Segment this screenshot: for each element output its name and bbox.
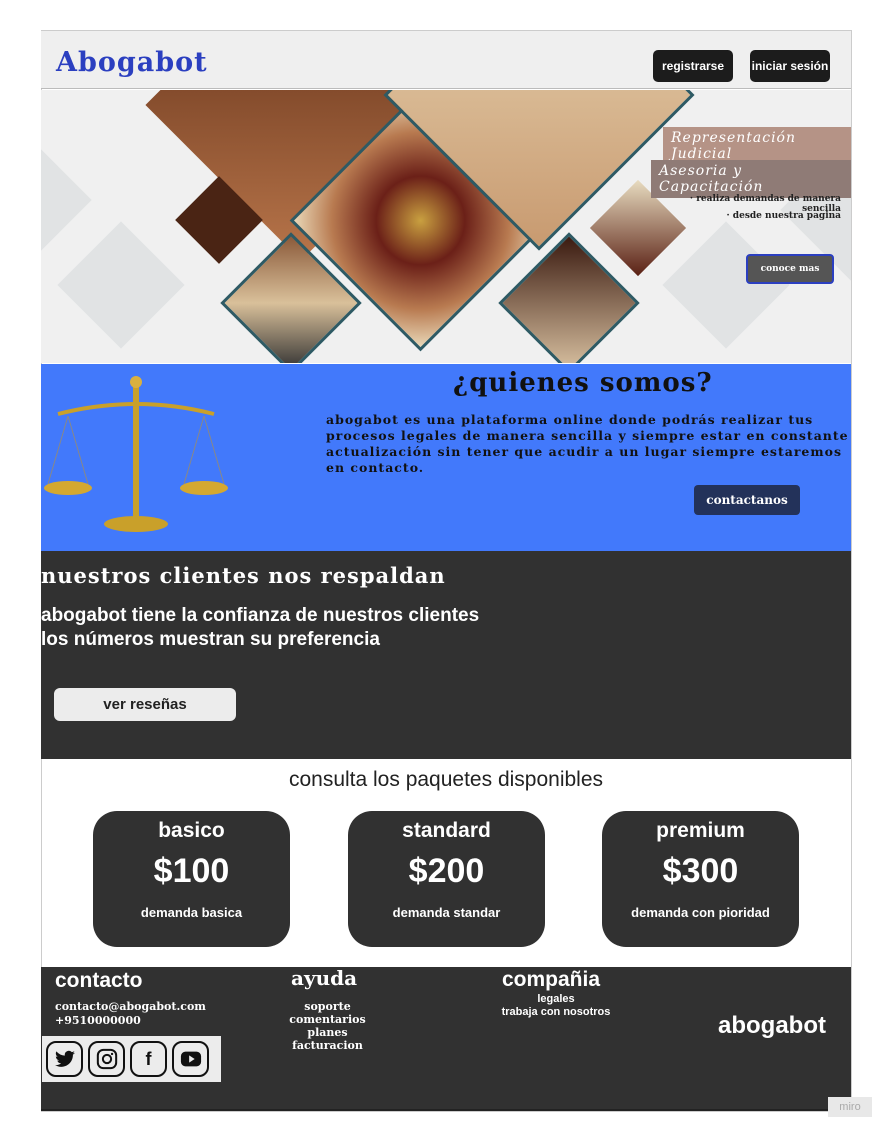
about-text: abogabot es una plataforma online donde … — [326, 412, 849, 475]
footer-help-title: ayuda — [291, 966, 358, 990]
package-card-basico[interactable]: basico $100 demanda basica — [93, 811, 290, 947]
footer-link[interactable]: trabaja con nosotros — [481, 1006, 631, 1019]
register-button[interactable]: registrarse — [653, 50, 733, 82]
clients-line: los números muestran su preferencia — [41, 629, 380, 650]
bg-diamond — [41, 129, 92, 271]
ver-resenas-button[interactable]: ver reseñas — [54, 688, 236, 721]
bg-diamond — [57, 221, 185, 349]
tag-asesoria: Asesoria y Capacitación — [651, 160, 851, 198]
youtube-icon[interactable] — [172, 1041, 209, 1077]
footer-email[interactable]: contacto@abogabot.com — [55, 1000, 206, 1013]
instagram-icon[interactable] — [88, 1041, 125, 1077]
clients-text: abogabot tiene la confianza de nuestros … — [41, 604, 479, 652]
footer-contact-title: contacto — [55, 969, 143, 992]
hero-bullet: · desde nuestra pagina — [726, 211, 841, 221]
scales-of-justice-icon — [44, 376, 228, 532]
clients-title: nuestros clientes nos respaldan — [41, 563, 446, 588]
about-title: ¿quienes somos? — [453, 368, 713, 398]
package-desc: demanda con pioridad — [631, 905, 770, 920]
package-name: premium — [656, 819, 745, 842]
about-section: ¿quienes somos? abogabot es una platafor… — [41, 364, 851, 551]
packages-title: consulta los paquetes disponibles — [288, 768, 604, 791]
package-name: standard — [402, 819, 491, 842]
social-links: f — [42, 1036, 221, 1082]
package-card-standard[interactable]: standard $200 demanda standar — [348, 811, 545, 947]
facebook-icon[interactable]: f — [130, 1041, 167, 1077]
login-button[interactable]: iniciar sesión — [750, 50, 830, 82]
package-desc: demanda standar — [392, 905, 501, 920]
footer-brand: abogabot — [718, 1012, 826, 1039]
clients-section: nuestros clientes nos respaldan abogabot… — [41, 551, 851, 759]
package-name: basico — [158, 819, 225, 842]
footer-link[interactable]: facturacion — [276, 1039, 379, 1052]
footer-company-title: compañia — [502, 968, 601, 991]
footer-link[interactable]: soporte — [276, 1000, 379, 1013]
package-price: $300 — [662, 852, 739, 890]
header: Abogabot registrarse iniciar sesión — [41, 31, 851, 89]
conoce-mas-button[interactable]: conoce mas — [746, 254, 834, 284]
package-price: $200 — [408, 852, 485, 890]
hero-banner: Representación Judicial Asesoria y Capac… — [41, 90, 851, 363]
miro-watermark: miro — [828, 1097, 872, 1117]
footer-help-links: soporte comentarios planes facturacion — [276, 1000, 379, 1052]
contactanos-button[interactable]: contactanos — [694, 485, 800, 515]
footer-link[interactable]: comentarios — [276, 1013, 379, 1026]
bg-diamond — [662, 221, 790, 349]
footer-link[interactable]: planes — [276, 1026, 379, 1039]
twitter-icon[interactable] — [46, 1041, 83, 1077]
package-desc: demanda basica — [140, 905, 243, 920]
footer-company-links: legales trabaja con nosotros — [481, 993, 631, 1019]
clients-line: abogabot tiene la confianza de nuestros … — [41, 605, 480, 626]
footer-phone: +9510000000 — [55, 1014, 141, 1027]
package-card-premium[interactable]: premium $300 demanda con pioridad — [602, 811, 799, 947]
logo[interactable]: Abogabot — [56, 47, 208, 78]
footer: contacto contacto@abogabot.com +95100000… — [41, 966, 851, 1111]
footer-link[interactable]: legales — [481, 993, 631, 1006]
package-price: $100 — [153, 852, 230, 890]
